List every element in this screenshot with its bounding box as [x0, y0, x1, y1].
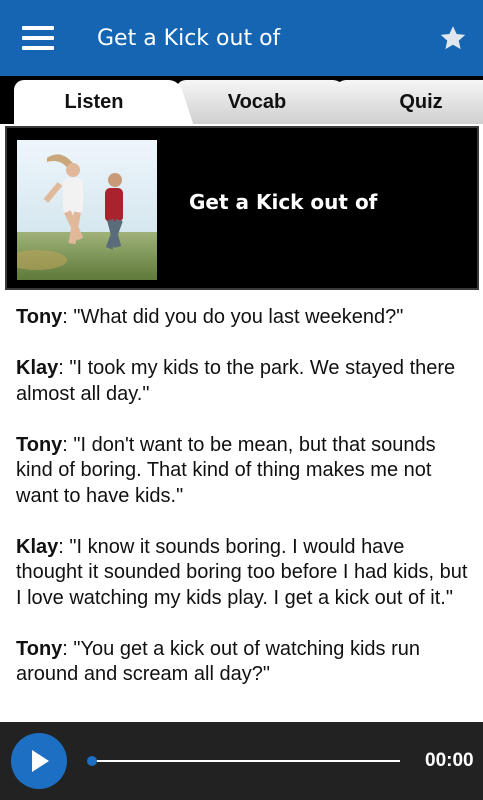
tab-listen[interactable]: Listen — [14, 80, 194, 124]
star-icon — [440, 26, 466, 50]
speaker-name: Klay — [16, 535, 59, 558]
speaker-name: Tony — [16, 433, 63, 456]
speaker-name: Klay — [16, 357, 59, 379]
transcript: Tony: "What did you do you last weekend?… — [16, 305, 471, 720]
tab-vocab[interactable]: Vocab — [176, 80, 358, 124]
dialogue-text: : "I took my kids to the park. We stayed… — [16, 357, 456, 405]
lesson-thumbnail-image — [17, 140, 157, 280]
lesson-header-card: Get a Kick out of — [5, 126, 479, 290]
play-icon — [32, 750, 49, 772]
lesson-title: Get a Kick out of — [189, 190, 378, 214]
transcript-line: Klay: "I know it sounds boring. I would … — [16, 535, 471, 612]
playback-time: 00:00 — [425, 750, 474, 771]
tab-quiz-label: Quiz — [399, 90, 443, 113]
tab-bar: Quiz Vocab Listen — [0, 76, 483, 124]
dialogue-text: : "You get a kick out of watching kids r… — [16, 637, 420, 686]
speaker-name: Tony — [16, 306, 63, 328]
tab-listen-label: Listen — [64, 90, 124, 113]
hamburger-menu-icon — [22, 26, 54, 50]
progress-track[interactable] — [92, 760, 400, 762]
transcript-line: Klay: "I took my kids to the park. We st… — [16, 356, 471, 407]
menu-button[interactable] — [0, 0, 76, 76]
transcript-line: Tony: "What did you do you last weekend?… — [16, 305, 471, 331]
tab-vocab-label: Vocab — [227, 90, 287, 113]
favorite-button[interactable] — [423, 0, 483, 76]
app-screen: Get a Kick out of Quiz Vocab Listen Get … — [0, 0, 483, 800]
play-button[interactable] — [11, 733, 67, 789]
transcript-line: Tony: "I don't want to be mean, but that… — [16, 433, 471, 510]
dialogue-text: : "I don't want to be mean, but that sou… — [16, 433, 436, 507]
progress-handle[interactable] — [87, 756, 97, 766]
speaker-name: Tony — [16, 637, 63, 660]
audio-player: 00:00 — [0, 722, 483, 800]
app-bar: Get a Kick out of — [0, 0, 483, 76]
dialogue-text: : "What did you do you last weekend?" — [62, 306, 404, 328]
transcript-line: Tony: "You get a kick out of watching ki… — [16, 637, 471, 688]
page-title: Get a Kick out of — [97, 25, 281, 51]
tab-quiz[interactable]: Quiz — [336, 80, 483, 124]
dialogue-text: : "I know it sounds boring. I would have… — [16, 535, 468, 609]
